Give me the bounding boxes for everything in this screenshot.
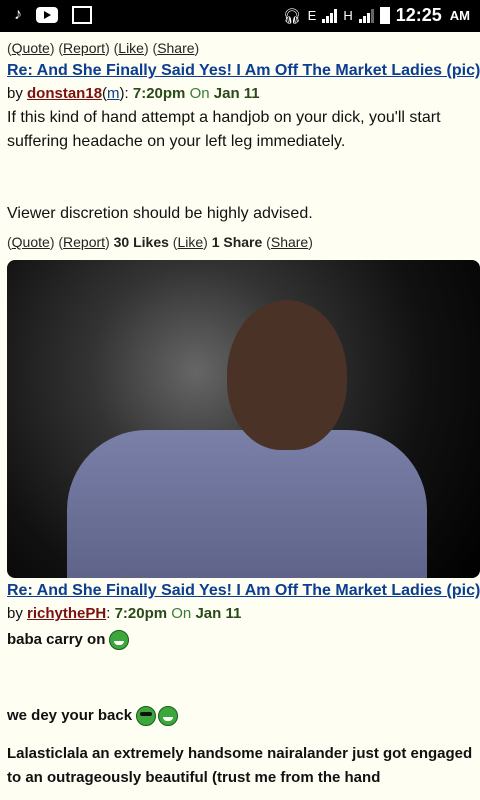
network-h-label: H [343,8,353,23]
thread-content: (Quote) (Report) (Like) (Share) Re: And … [7,32,480,790]
post-title-2[interactable]: Re: And She Finally Said Yes! I Am Off T… [7,580,480,602]
clock-ampm: AM [449,8,470,23]
report-link-2[interactable]: Report [63,234,105,250]
quote-link[interactable]: Quote [12,40,50,56]
reply-line-1: baba carry on [7,626,480,654]
battery-icon [379,7,390,24]
gallery-icon [72,6,92,24]
reply-text-3: Lalasticlala an extremely handsome naira… [7,745,473,786]
signal-icon-2 [358,8,374,23]
post-body: If this kind of hand attempt a handjob o… [7,109,441,150]
post-byline: by donstan18(m): 7:20pm On Jan 11 [7,85,260,102]
smile-emoji-icon [158,706,179,727]
headphones-icon: 🎧︎ [282,7,302,25]
share-link[interactable]: Share [157,40,194,56]
grin-emoji-icon [109,630,130,651]
like-link-2[interactable]: Like [177,234,203,250]
cool-emoji-icon [136,706,157,727]
likes-count: 30 Likes [113,234,169,250]
signal-icon [322,8,338,23]
photo-head-shape [227,300,347,450]
on-label-2: On [171,605,192,622]
mod-link[interactable]: m [107,85,120,102]
reply-text-2: we dey your back [7,707,133,724]
author-link-2[interactable]: richythePH [27,605,106,622]
photo-body-shape [67,430,427,578]
post-byline-2: by richythePH: 7:20pm On Jan 11 [7,605,242,622]
notification-icon: ♪ [14,6,22,23]
share-link-2[interactable]: Share [271,234,308,250]
network-e-label: E [307,8,317,23]
on-label: On [189,85,210,102]
post-time: 7:20pm [132,85,186,102]
post-date-2: Jan 11 [195,605,242,622]
post-actions-top: (Quote) (Report) (Like) (Share) [7,40,200,56]
post-time-2: 7:20pm [114,605,168,622]
post-photo[interactable] [7,260,480,578]
reply-text-1: baba carry on [7,631,106,648]
post-actions: (Quote) (Report) 30 Likes (Like) 1 Share… [7,234,313,250]
status-bar: ♪ 🎧︎ E H 12:25 AM [0,0,480,32]
quote-link-2[interactable]: Quote [12,234,50,250]
post-date: Jan 11 [213,85,260,102]
post-body-2: Viewer discretion should be highly advis… [7,205,313,222]
like-link[interactable]: Like [118,40,144,56]
report-link[interactable]: Report [63,40,105,56]
youtube-icon [36,7,58,23]
author-link[interactable]: donstan18 [27,85,102,102]
reply-line-2: we dey your back [7,702,480,730]
shares-count: 1 Share [211,234,263,250]
post-title[interactable]: Re: And She Finally Said Yes! I Am Off T… [7,60,480,82]
clock: 12:25 [395,5,442,25]
